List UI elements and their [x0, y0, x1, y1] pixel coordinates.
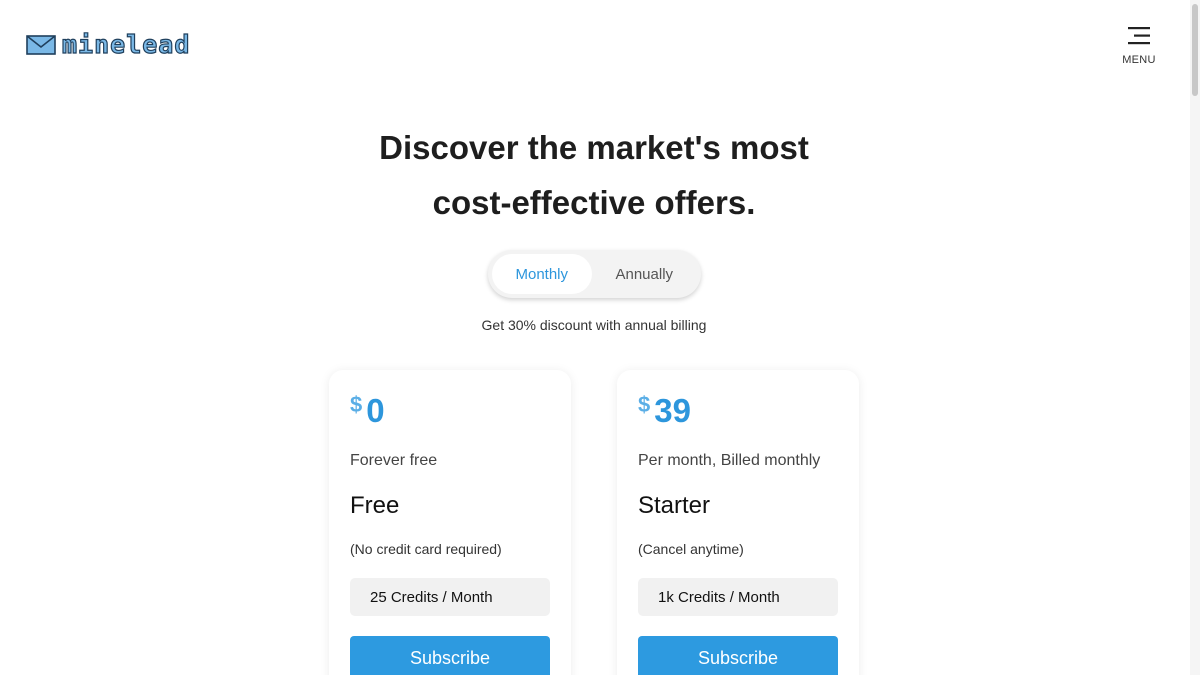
scrollbar-thumb[interactable]: [1192, 4, 1198, 96]
subscribe-button-free[interactable]: Subscribe: [350, 636, 550, 675]
plan-card-starter: $ 39 Per month, Billed monthly Starter (…: [617, 370, 859, 675]
plan-price: $ 39: [638, 392, 691, 430]
hamburger-icon: [1118, 26, 1160, 51]
plan-name: Starter: [638, 492, 711, 519]
plan-credits: 25 Credits / Month: [350, 578, 550, 616]
plan-card-free: $ 0 Forever free Free (No credit card re…: [329, 370, 571, 675]
title-line-1: Discover the market's most: [379, 129, 809, 166]
logo-text: minelead: [61, 29, 191, 59]
billing-toggle: Monthly Annually: [488, 250, 701, 298]
toggle-monthly[interactable]: Monthly: [492, 254, 592, 294]
plan-note: (No credit card required): [350, 541, 502, 557]
currency-symbol: $: [350, 392, 363, 417]
price-amount: 39: [654, 392, 691, 429]
plan-name: Free: [350, 492, 400, 519]
envelope-icon: [26, 34, 56, 56]
discount-note: Get 30% discount with annual billing: [481, 317, 707, 333]
plan-period: Forever free: [350, 452, 438, 469]
title-line-2: cost-effective offers.: [432, 184, 756, 221]
plan-note: (Cancel anytime): [638, 541, 744, 557]
toggle-annually[interactable]: Annually: [592, 254, 697, 294]
logo[interactable]: minelead: [26, 29, 191, 60]
subscribe-button-starter[interactable]: Subscribe: [638, 636, 838, 675]
plan-period: Per month, Billed monthly: [638, 452, 821, 469]
scrollbar[interactable]: [1190, 0, 1200, 675]
menu-label: MENU: [1122, 54, 1156, 66]
plan-price: $ 0: [350, 392, 385, 430]
page-title: Discover the market's most cost-effectiv…: [300, 120, 888, 230]
currency-symbol: $: [638, 392, 651, 417]
menu-button[interactable]: MENU: [1118, 26, 1160, 66]
plan-credits: 1k Credits / Month: [638, 578, 838, 616]
price-amount: 0: [366, 392, 385, 429]
pricing-page: minelead MENU Discover the market's most…: [0, 0, 1200, 675]
